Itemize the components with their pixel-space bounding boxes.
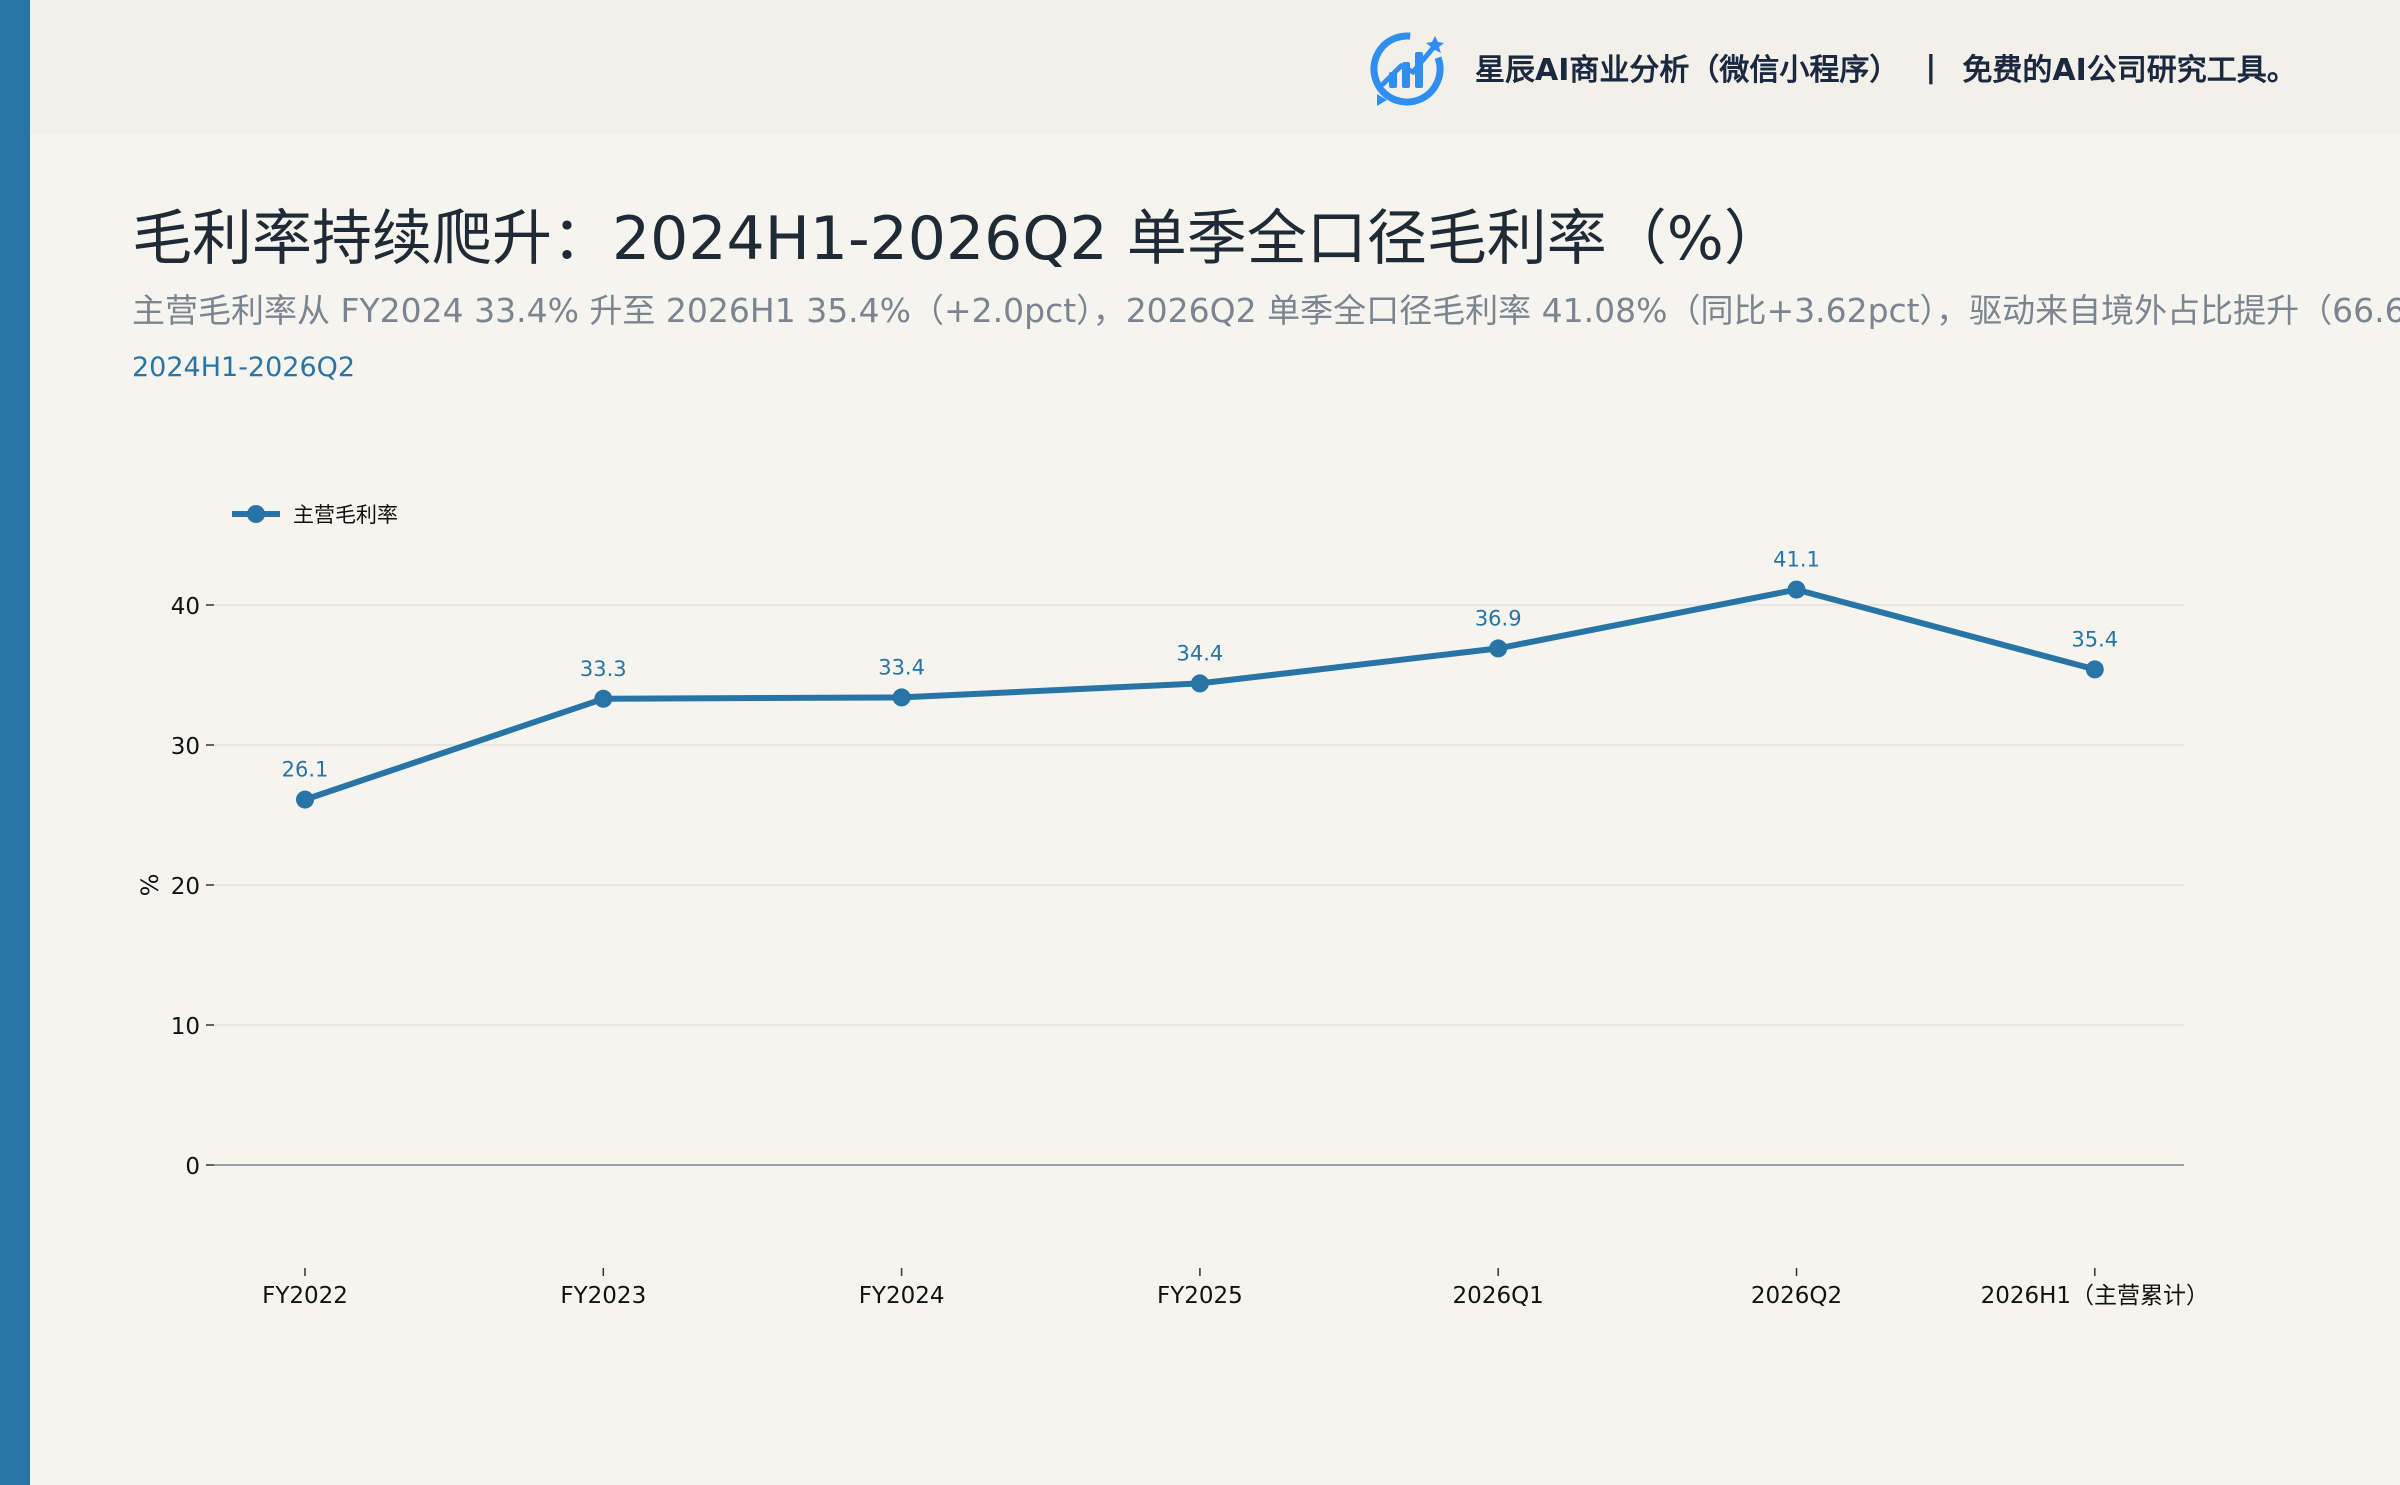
data-label: 34.4 — [1177, 641, 1224, 665]
data-label: 33.4 — [878, 655, 925, 679]
data-label: 26.1 — [282, 758, 329, 782]
data-point[interactable] — [1787, 580, 1806, 599]
x-tick-label: 2026H1（主营累计） — [1981, 1283, 2209, 1309]
data-point[interactable] — [296, 790, 314, 809]
x-tick-label: FY2023 — [560, 1283, 646, 1309]
y-tick-label: 10 — [171, 1014, 200, 1040]
y-tick-label: 20 — [171, 874, 200, 900]
x-tick-label: FY2024 — [859, 1283, 945, 1309]
data-point[interactable] — [2085, 660, 2104, 679]
data-point[interactable] — [892, 688, 911, 707]
legend-swatch-marker — [247, 505, 265, 523]
line-chart: 0 10 20 30 40% FY2022 FY2023 FY2024 FY2025 2026Q1… — [136, 503, 2209, 1309]
data-point[interactable] — [1489, 639, 1508, 658]
y-axis-label: % — [136, 874, 164, 897]
x-tick-label: 2026Q2 — [1751, 1283, 1842, 1309]
data-label: 36.9 — [1475, 606, 1522, 630]
data-label: 41.1 — [1773, 548, 1820, 572]
y-tick-label: 0 — [185, 1154, 200, 1180]
legend-label[interactable]: 主营毛利率 — [293, 503, 398, 527]
data-label: 33.3 — [580, 657, 627, 681]
x-tick-label: 2026Q1 — [1453, 1283, 1544, 1309]
series-line — [302, 586, 2098, 803]
data-point[interactable] — [594, 689, 613, 708]
y-tick-label: 30 — [171, 734, 200, 760]
y-tick-label: 40 — [171, 594, 200, 620]
data-point[interactable] — [1190, 674, 1209, 693]
x-tick-label: FY2022 — [262, 1283, 348, 1309]
data-label: 35.4 — [2071, 627, 2118, 651]
x-tick-label: FY2025 — [1157, 1283, 1243, 1309]
